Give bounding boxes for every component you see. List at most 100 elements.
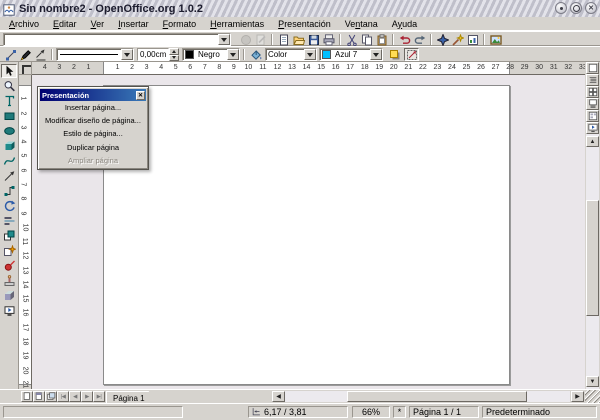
fill-color-name[interactable]: Azul 7	[333, 50, 370, 59]
rotate-tool-button[interactable]	[1, 199, 17, 213]
zoom-field[interactable]: 66%	[352, 406, 390, 418]
cut-button[interactable]	[344, 33, 359, 46]
presentation-tool-button[interactable]	[1, 304, 17, 318]
open-button[interactable]	[291, 33, 306, 46]
handout-view-button[interactable]	[586, 110, 599, 122]
previous-page-button[interactable]: ◀	[69, 391, 81, 402]
scroll-left-icon[interactable]: ◀	[272, 391, 285, 402]
horizontal-scroll-track[interactable]	[285, 391, 570, 402]
copy-button[interactable]	[359, 33, 374, 46]
print-button[interactable]	[321, 33, 336, 46]
toolbox-item-insertar-pagina[interactable]: Insertar página...	[40, 101, 146, 114]
first-page-button[interactable]: |◀	[57, 391, 69, 402]
slide-page[interactable]	[103, 85, 510, 385]
zoom-tool-button[interactable]	[1, 79, 17, 93]
autopilot-button[interactable]	[450, 33, 465, 46]
master-page-mode-button[interactable]	[33, 391, 45, 402]
page-mode-button[interactable]	[21, 391, 33, 402]
title-bar[interactable]: Sin nombre2 - OpenOffice.org 1.0.2	[0, 0, 600, 18]
chevron-down-icon[interactable]	[218, 34, 230, 45]
load-url-combobox[interactable]	[3, 33, 231, 46]
chevron-down-icon[interactable]	[370, 49, 382, 60]
line-dialog-button[interactable]	[18, 48, 33, 61]
toolbox-item-estilo-de-pagina[interactable]: Estilo de página...	[40, 127, 146, 140]
menu-insertar[interactable]: Insertar	[111, 18, 156, 30]
interaction-tool-button[interactable]	[1, 274, 17, 288]
fill-style-value[interactable]: Color	[266, 50, 304, 59]
fill-color-combobox[interactable]: Azul 7	[319, 48, 383, 61]
insert-tool-button[interactable]	[1, 244, 17, 258]
curve-tool-button[interactable]	[1, 154, 17, 168]
menu-herramientas[interactable]: Herramientas	[203, 18, 271, 30]
close-icon[interactable]: ✕	[136, 91, 145, 100]
new-document-button[interactable]	[276, 33, 291, 46]
notes-view-button[interactable]	[586, 98, 599, 110]
line-width-value[interactable]: 0,00cm	[137, 48, 169, 61]
close-icon[interactable]	[585, 2, 597, 14]
presentation-toolbox-titlebar[interactable]: Presentación ✕	[40, 89, 146, 101]
arrow-style-button[interactable]	[33, 48, 48, 61]
line-style-combobox[interactable]	[56, 48, 134, 61]
horizontal-scroll-thumb[interactable]	[347, 391, 527, 402]
chevron-down-icon[interactable]	[121, 49, 133, 60]
insert-object-button[interactable]	[465, 33, 480, 46]
slides-view-button[interactable]	[586, 86, 599, 98]
area-bucket-button[interactable]	[248, 48, 263, 61]
h-ruler-number: 22	[419, 64, 427, 71]
arrange-tool-button[interactable]	[1, 229, 17, 243]
line-color-combobox[interactable]: Negro	[182, 48, 240, 61]
redo-button[interactable]	[412, 33, 427, 46]
scroll-down-icon[interactable]: ▼	[586, 376, 599, 387]
save-button[interactable]	[306, 33, 321, 46]
undo-button[interactable]	[397, 33, 412, 46]
last-page-button[interactable]: ▶|	[93, 391, 105, 402]
edit-points-button[interactable]	[3, 48, 18, 61]
paste-button[interactable]	[374, 33, 389, 46]
rectangle-tool-button[interactable]	[1, 109, 17, 123]
shadow-button[interactable]	[387, 48, 402, 61]
next-page-button[interactable]: ▶	[81, 391, 93, 402]
toolbox-item-modificar-diseno-de-pagina[interactable]: Modificar diseño de página...	[40, 114, 146, 127]
chevron-down-icon[interactable]	[304, 49, 316, 60]
v-ruler-number: 6	[19, 168, 26, 172]
menu-formato[interactable]: Formato	[156, 18, 204, 30]
insert-text-tool-button[interactable]	[1, 94, 17, 108]
menu-archivo[interactable]: Archivo	[2, 18, 46, 30]
gallery-button[interactable]	[488, 33, 503, 46]
start-presentation-button[interactable]	[586, 122, 599, 134]
line-width-spinner[interactable]: 0,00cm	[137, 48, 179, 61]
menu-editar[interactable]: Editar	[46, 18, 84, 30]
vertical-scrollbar[interactable]: ▲ ▼	[586, 62, 599, 389]
menu-presentacion[interactable]: Presentación	[271, 18, 338, 30]
ellipse-tool-button[interactable]	[1, 124, 17, 138]
select-tool-button[interactable]	[1, 64, 17, 78]
status-bar: 6,17 / 3,81 66% * Página 1 / 1 Predeterm…	[0, 403, 600, 420]
chevron-down-icon[interactable]	[227, 49, 239, 60]
menu-ayuda[interactable]: Ayuda	[385, 18, 424, 30]
line-color-name[interactable]: Negro	[196, 50, 227, 59]
alignment-tool-button[interactable]	[1, 214, 17, 228]
minimize-icon[interactable]	[555, 2, 567, 14]
connector-tool-button[interactable]	[1, 184, 17, 198]
outline-view-button[interactable]	[586, 74, 599, 86]
rotation-mode-button[interactable]	[404, 48, 419, 61]
menu-ver[interactable]: Ver	[84, 18, 112, 30]
scroll-up-icon[interactable]: ▲	[586, 136, 599, 147]
ruler-corner[interactable]	[19, 62, 32, 75]
lines-arrows-tool-button[interactable]	[1, 169, 17, 183]
fill-style-combobox[interactable]: Color	[265, 48, 317, 61]
navigator-button[interactable]	[435, 33, 450, 46]
resize-grip[interactable]	[585, 390, 600, 403]
spin-down-icon[interactable]	[169, 55, 179, 62]
3d-controller-tool-button[interactable]	[1, 289, 17, 303]
3d-objects-tool-button[interactable]	[1, 139, 17, 153]
vertical-scroll-thumb[interactable]	[586, 200, 599, 316]
menu-ventana[interactable]: Ventana	[338, 18, 385, 30]
page-style-field[interactable]: Predeterminado	[482, 406, 597, 418]
toolbox-item-duplicar-pagina[interactable]: Duplicar página	[40, 141, 146, 154]
maximize-icon[interactable]	[570, 2, 582, 14]
drawing-view-button[interactable]	[586, 62, 599, 74]
effects-tool-button[interactable]	[1, 259, 17, 273]
scroll-right-icon[interactable]: ▶	[571, 391, 584, 402]
layer-mode-button[interactable]	[45, 391, 57, 402]
